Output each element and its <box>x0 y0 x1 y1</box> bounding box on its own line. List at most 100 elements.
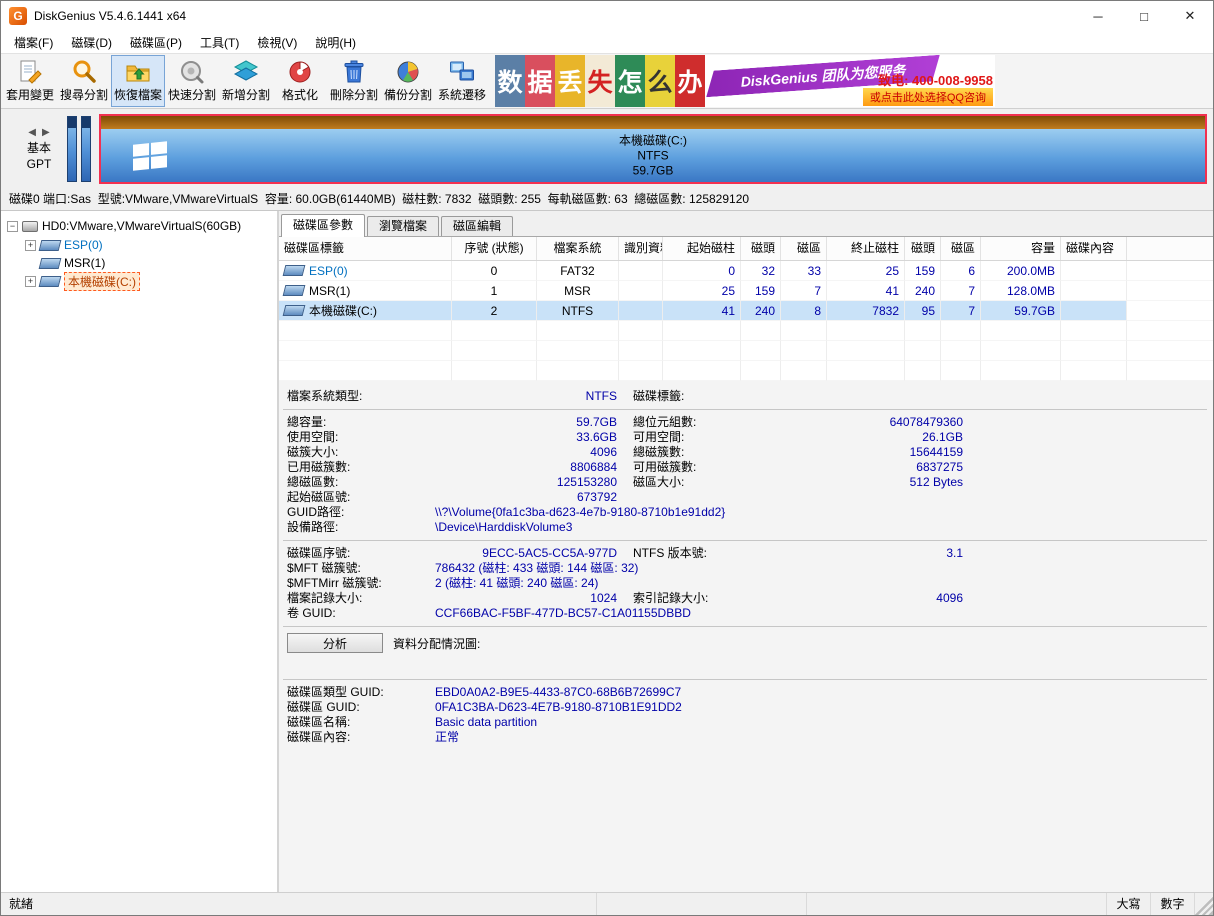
column-header-2[interactable]: 檔案系統 <box>537 237 619 260</box>
table-row[interactable]: 本機磁碟(C:)2NTFS412408783295759.7GB <box>279 301 1213 321</box>
detail-value: 2 (磁柱: 41 磁頭: 240 磁區: 24) <box>435 576 598 591</box>
prev-disk-arrow[interactable]: ◀ <box>28 127 42 138</box>
row-cell <box>537 321 619 341</box>
row-cell <box>781 341 827 361</box>
ad-banner[interactable]: 数据丢失怎么办 DiskGenius 团队为您服务 致电: 400-008-99… <box>495 55 995 107</box>
detail-row: 起始磁區號:673792 <box>281 490 1209 505</box>
detail-label: 索引記錄大小: <box>633 591 801 606</box>
detail-label: $MFTMirr 磁簇號: <box>287 576 435 591</box>
row-cell <box>1061 261 1127 281</box>
tree-root-item[interactable]: − HD0:VMware,VMwareVirtualS(60GB) <box>1 217 277 236</box>
column-header-11[interactable]: 磁碟內容 <box>1061 237 1127 260</box>
detail-value <box>801 490 963 505</box>
row-cell: 33 <box>781 261 827 281</box>
column-header-10[interactable]: 容量 <box>981 237 1061 260</box>
delete-partition-icon <box>341 59 367 85</box>
menu-item-0[interactable]: 檔案(F) <box>5 32 62 53</box>
disk-selector-bar[interactable] <box>67 116 77 182</box>
disk-selector-bars[interactable] <box>67 116 91 182</box>
column-header-9[interactable]: 磁區 <box>941 237 981 260</box>
detail-value: 8806884 <box>435 460 617 475</box>
apply-changes-button[interactable]: 套用變更 <box>3 55 57 107</box>
column-header-3[interactable]: 識別資料 <box>619 237 663 260</box>
resize-grip[interactable] <box>1195 893 1213 915</box>
menu-item-1[interactable]: 磁碟(D) <box>62 32 121 53</box>
row-cell <box>537 361 619 381</box>
details-section: 檔案系統類型:NTFS磁碟標籤:總容量:59.7GB總位元組數:64078479… <box>279 381 1213 892</box>
close-button[interactable]: ✕ <box>1167 1 1213 31</box>
row-cell <box>741 321 781 341</box>
ad-qq-link[interactable]: 或点击此处选择QQ咨询 <box>863 88 993 106</box>
tree-collapse-icon[interactable]: − <box>7 221 18 232</box>
maximize-button[interactable]: □ <box>1121 1 1167 31</box>
row-cell <box>1061 341 1127 361</box>
column-header-8[interactable]: 磁頭 <box>905 237 941 260</box>
delete-partition-button[interactable]: 刪除分割 <box>327 55 381 107</box>
row-cell: 8 <box>781 301 827 321</box>
column-header-7[interactable]: 終止磁柱 <box>827 237 905 260</box>
table-row[interactable] <box>279 341 1213 361</box>
backup-partition-button[interactable]: 備份分割 <box>381 55 435 107</box>
tab-0[interactable]: 磁碟區參數 <box>281 214 365 237</box>
detail-row: 總磁區數:125153280磁區大小:512 Bytes <box>281 475 1209 490</box>
tab-2[interactable]: 磁區編輯 <box>441 216 513 236</box>
column-header-4[interactable]: 起始磁柱 <box>663 237 741 260</box>
row-cell-filler <box>1127 301 1213 321</box>
search-partition-button[interactable]: 搜尋分割 <box>57 55 111 107</box>
analyze-button[interactable]: 分析 <box>287 633 383 653</box>
partition-bar-c[interactable]: 本機磁碟(C:) NTFS 59.7GB <box>99 114 1207 184</box>
menu-item-2[interactable]: 磁碟區(P) <box>121 32 191 53</box>
column-header-6[interactable]: 磁區 <box>781 237 827 260</box>
new-partition-button[interactable]: 新增分割 <box>219 55 273 107</box>
tree-item-0[interactable]: +ESP(0) <box>1 236 277 254</box>
table-row[interactable]: ESP(0)0FAT3203233251596200.0MB <box>279 261 1213 281</box>
detail-value: 4096 <box>801 591 963 606</box>
table-row[interactable] <box>279 321 1213 341</box>
table-row[interactable]: MSR(1)1MSR251597412407128.0MB <box>279 281 1213 301</box>
row-cell: 41 <box>827 281 905 301</box>
main-area: − HD0:VMware,VMwareVirtualS(60GB) +ESP(0… <box>1 211 1213 892</box>
row-cell: MSR <box>537 281 619 301</box>
table-row[interactable] <box>279 361 1213 381</box>
detail-value: 26.1GB <box>801 430 963 445</box>
tree-item-2[interactable]: + 本機磁碟(C:) <box>1 272 277 290</box>
tab-1[interactable]: 瀏覽檔案 <box>367 216 439 236</box>
row-cell: 25 <box>663 281 741 301</box>
analyze-row: 分析 資料分配情況圖: <box>281 632 1209 654</box>
partition-detail-panel: 磁碟區參數瀏覽檔案磁區編輯 磁碟區標籤序號 (狀態)檔案系統識別資料起始磁柱磁頭… <box>279 211 1213 892</box>
minimize-button[interactable]: ─ <box>1075 1 1121 31</box>
column-header-1[interactable]: 序號 (狀態) <box>452 237 537 260</box>
disk-drive-icon <box>22 221 38 232</box>
menu-item-5[interactable]: 說明(H) <box>306 32 365 53</box>
partition-icon <box>283 305 306 316</box>
detail-value: 15644159 <box>801 445 963 460</box>
recover-files-button[interactable]: 恢復檔案 <box>111 55 165 107</box>
tree-expander-icon[interactable]: + <box>25 240 36 251</box>
row-cell <box>941 341 981 361</box>
tree-item-label: 本機磁碟(C:) <box>64 272 140 291</box>
menu-item-4[interactable]: 檢視(V) <box>248 32 306 53</box>
column-header-0[interactable]: 磁碟區標籤 <box>279 237 452 260</box>
detail-label: 起始磁區號: <box>287 490 435 505</box>
row-cell: 159 <box>905 261 941 281</box>
menu-item-3[interactable]: 工具(T) <box>191 32 248 53</box>
column-header-5[interactable]: 磁頭 <box>741 237 781 260</box>
disk-selector-bar[interactable] <box>81 116 91 182</box>
row-cell <box>1061 361 1127 381</box>
system-migration-button[interactable]: 系統遷移 <box>435 55 489 107</box>
tool-button-label: 格式化 <box>282 86 318 103</box>
row-label-cell <box>279 361 452 381</box>
quick-partition-button[interactable]: 快速分割 <box>165 55 219 107</box>
row-cell <box>905 361 941 381</box>
ad-char-tile: 么 <box>645 55 675 107</box>
detail-value: \\?\Volume{0fa1c3ba-d623-4e7b-9180-8710b… <box>435 505 725 520</box>
row-cell: 1 <box>452 281 537 301</box>
row-cell: 95 <box>905 301 941 321</box>
tree-expander-icon[interactable]: + <box>25 276 36 287</box>
format-button[interactable]: 格式化 <box>273 55 327 107</box>
row-cell: 41 <box>663 301 741 321</box>
next-disk-arrow[interactable]: ▶ <box>42 127 56 138</box>
detail-value: 4096 <box>435 445 617 460</box>
tree-item-1[interactable]: +MSR(1) <box>1 254 277 272</box>
table-body: ESP(0)0FAT3203233251596200.0MBMSR(1)1MSR… <box>279 261 1213 381</box>
